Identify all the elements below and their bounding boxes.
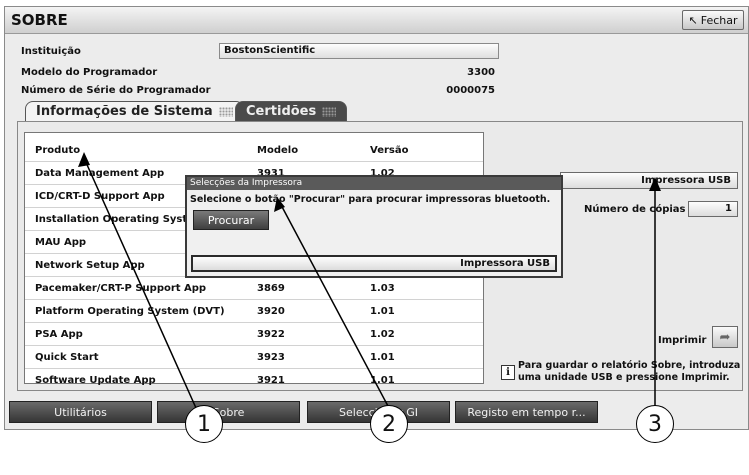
callout-line-2 <box>279 202 390 409</box>
callout-arrowhead-1 <box>78 152 90 167</box>
annotation-3: 3 <box>636 405 674 443</box>
annotation-2: 2 <box>370 405 408 443</box>
annotation-1: 1 <box>185 405 223 443</box>
callout-line-1 <box>83 157 197 409</box>
callout-lines <box>78 152 661 409</box>
callout-arrowhead-3 <box>649 177 661 191</box>
